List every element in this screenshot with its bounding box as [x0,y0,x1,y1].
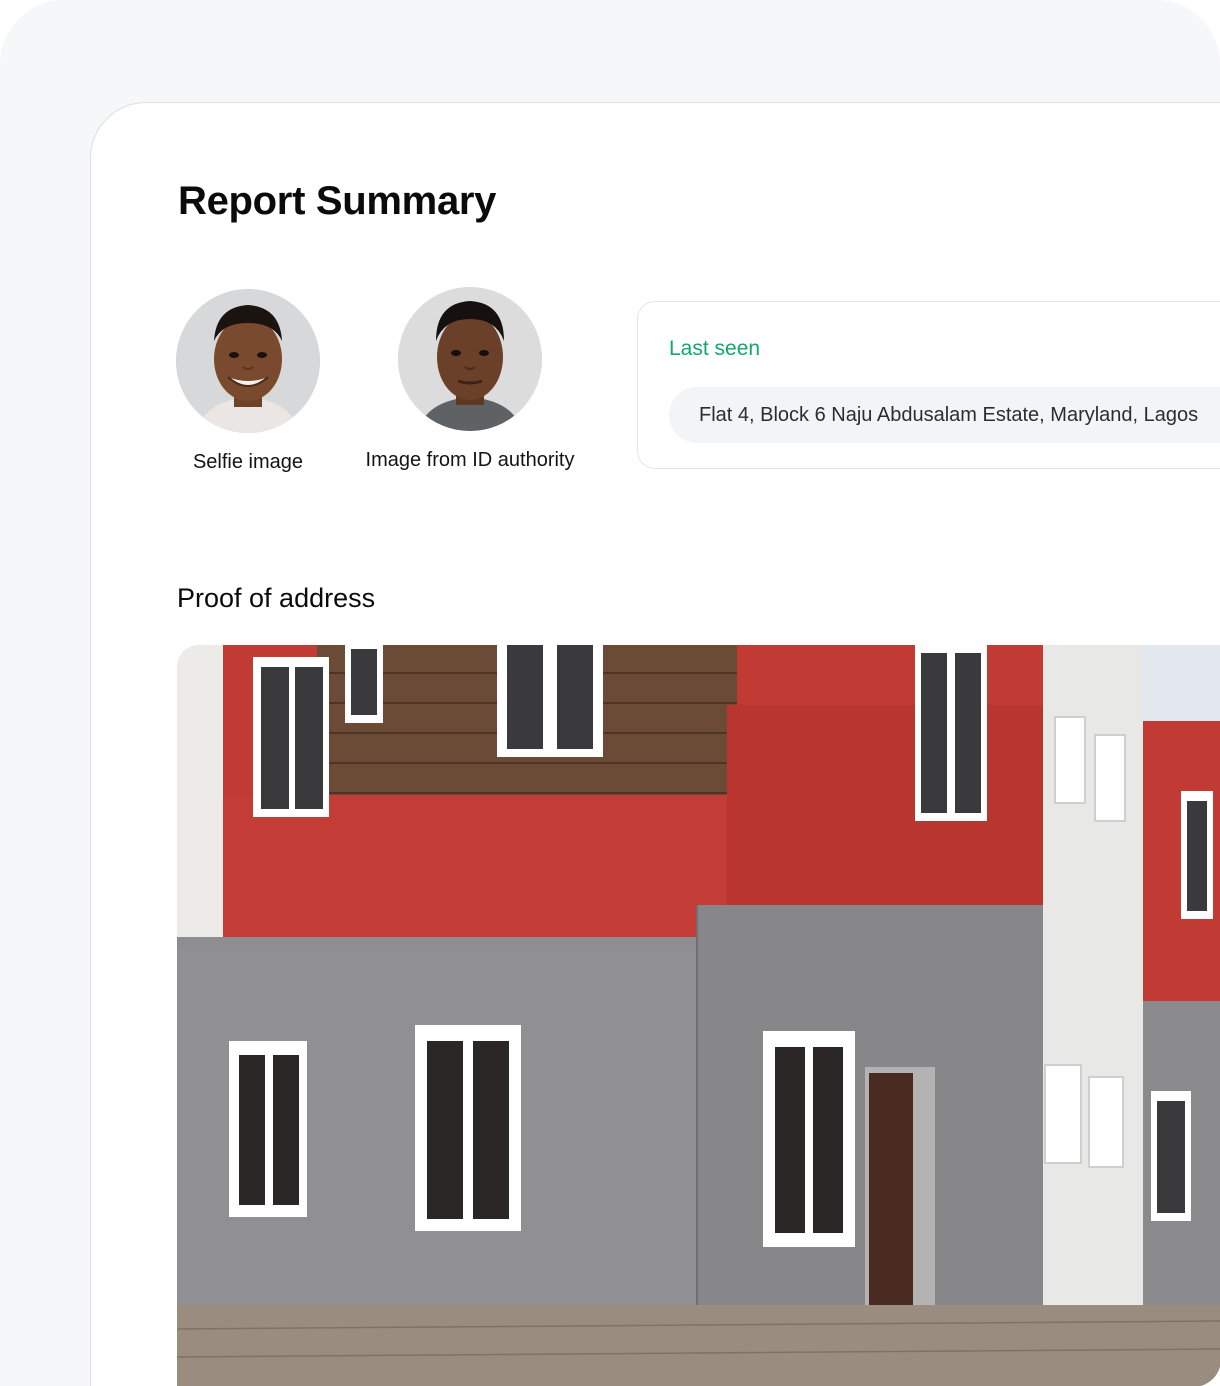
report-card: Report Summary Selfie image Image from I… [90,102,1220,1386]
last-seen-card: Last seen Flat 4, Block 6 Naju Abdusalam… [637,301,1220,469]
last-seen-address: Flat 4, Block 6 Naju Abdusalam Estate, M… [669,387,1220,443]
selfie-avatar [176,289,320,433]
page-title: Report Summary [178,179,497,223]
id-photo-block: Image from ID authority [340,287,600,472]
id-authority-avatar [398,287,542,431]
selfie-caption: Selfie image [192,451,304,473]
last-seen-label: Last seen [669,337,761,360]
selfie-photo-block: Selfie image [118,289,378,474]
id-authority-caption: Image from ID authority [365,449,575,471]
proof-of-address-photo [177,645,1220,1386]
proof-of-address-title: Proof of address [177,583,376,613]
app-backdrop: Report Summary Selfie image Image from I… [0,0,1220,1386]
